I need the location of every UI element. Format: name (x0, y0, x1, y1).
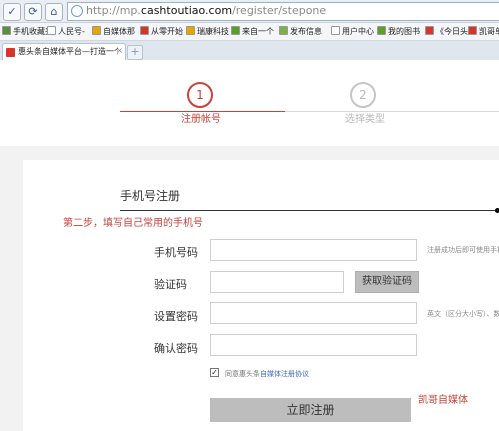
new-icon (425, 26, 434, 35)
bookmark-item[interactable]: 手机收藏夹 (2, 25, 53, 38)
page-icon (331, 26, 340, 35)
c-icon (468, 26, 477, 35)
step-1-circle: 1 (187, 82, 213, 108)
password-label: 设置密码 (154, 310, 198, 323)
register-button[interactable]: 立即注册 (210, 398, 411, 422)
bookmark-item[interactable]: 用户中心 (331, 25, 374, 38)
bookmark-item[interactable]: 自媒体那 (92, 25, 135, 38)
bookmark-label: 自媒体那 (103, 27, 135, 36)
confirm-password-input[interactable] (210, 334, 417, 356)
bookmark-label: 我的图书 (388, 27, 420, 36)
leaf-icon (377, 26, 386, 35)
refresh-icon[interactable]: ⟳ (24, 3, 42, 21)
step-hint-annotation: 第二步，填写自己常用的手机号 (63, 218, 203, 229)
leaf-icon (231, 26, 240, 35)
badge-icon (186, 26, 195, 35)
check-icon[interactable]: ✓ (3, 3, 21, 21)
close-tab-icon[interactable]: × (116, 46, 123, 55)
home-icon[interactable]: ⌂ (45, 3, 63, 21)
bookmarks-bar: 手机收藏夹 人民号- 自媒体那 从零开始 瑞康科技 来自一个 发布信息 用户中心 我的图书 《今日… (0, 23, 499, 41)
bookmark-label: 瑞康科技 (197, 27, 229, 36)
tab-strip: 惠头条自媒体平台—打造一个 × + (0, 41, 499, 61)
agreement-link[interactable]: 自媒体注册协议 (260, 370, 309, 378)
address-bar[interactable]: http://mp.cashtoutiao.com/register/stepo… (67, 2, 499, 21)
step-line-active (120, 111, 285, 112)
code-input[interactable] (210, 271, 344, 293)
bookmark-label: 发布信息 (290, 27, 322, 36)
divider-dot (495, 208, 499, 213)
bookmark-item[interactable]: 瑞康科技 (186, 25, 229, 38)
browser-tab[interactable]: 惠头条自媒体平台—打造一个 × (2, 43, 126, 61)
page-icon (47, 26, 56, 35)
get-code-button[interactable]: 获取验证码 (355, 271, 419, 293)
step-2-label: 选择类型 (345, 114, 385, 125)
bookmark-label: 《今日头 (436, 27, 468, 36)
section-divider (120, 210, 497, 211)
new-icon (140, 26, 149, 35)
bookmark-label: 从零开始 (151, 27, 183, 36)
bookmark-label: 用户中心 (342, 27, 374, 36)
agree-text: 同意惠头条自媒体注册协议 (225, 370, 309, 378)
code-label: 验证码 (154, 278, 187, 291)
browser-toolbar: ✓ ⟳ ⌂ http://mp.cashtoutiao.com/register… (0, 0, 499, 23)
confirm-password-label: 确认密码 (154, 342, 198, 355)
new-tab-button[interactable]: + (127, 45, 143, 60)
bookmark-item[interactable]: 《今日头 (425, 25, 468, 38)
phone-label: 手机号码 (154, 246, 198, 259)
step-2-circle: 2 (350, 82, 376, 108)
tab-title: 惠头条自媒体平台—打造一个 (18, 47, 118, 56)
pen-icon (279, 26, 288, 35)
bookmark-item[interactable]: 我的图书 (377, 25, 420, 38)
bookmark-item[interactable]: 来自一个 (231, 25, 274, 38)
favicon-icon (6, 48, 15, 57)
bookmark-label: 来自一个 (242, 27, 274, 36)
step-line-inactive (285, 111, 499, 112)
step-progress-panel (0, 60, 499, 146)
watermark-text: 凯哥自媒体 (418, 395, 468, 406)
phone-icon (2, 26, 11, 35)
bookmark-label: 人民号- (58, 27, 85, 36)
password-hint: 英文（区分大小写）、数 (427, 310, 499, 318)
bookmark-item[interactable]: 从零开始 (140, 25, 183, 38)
bookmark-item[interactable]: 人民号- (47, 25, 85, 38)
agree-checkbox[interactable]: ✓ (210, 368, 219, 377)
url-text: http://mp.cashtoutiao.com/register/stepo… (86, 4, 327, 17)
badge-icon (92, 26, 101, 35)
bookmark-item[interactable]: 凯哥单 (468, 25, 499, 38)
step-1-label: 注册帐号 (181, 114, 221, 125)
bookmark-label: 凯哥单 (479, 27, 499, 36)
globe-icon (71, 5, 83, 17)
phone-input[interactable] (210, 239, 417, 261)
password-input[interactable] (210, 302, 417, 324)
section-title: 手机号注册 (120, 189, 181, 203)
phone-hint: 注册成功后即可使用手机 (427, 246, 499, 254)
bookmark-item[interactable]: 发布信息 (279, 25, 322, 38)
